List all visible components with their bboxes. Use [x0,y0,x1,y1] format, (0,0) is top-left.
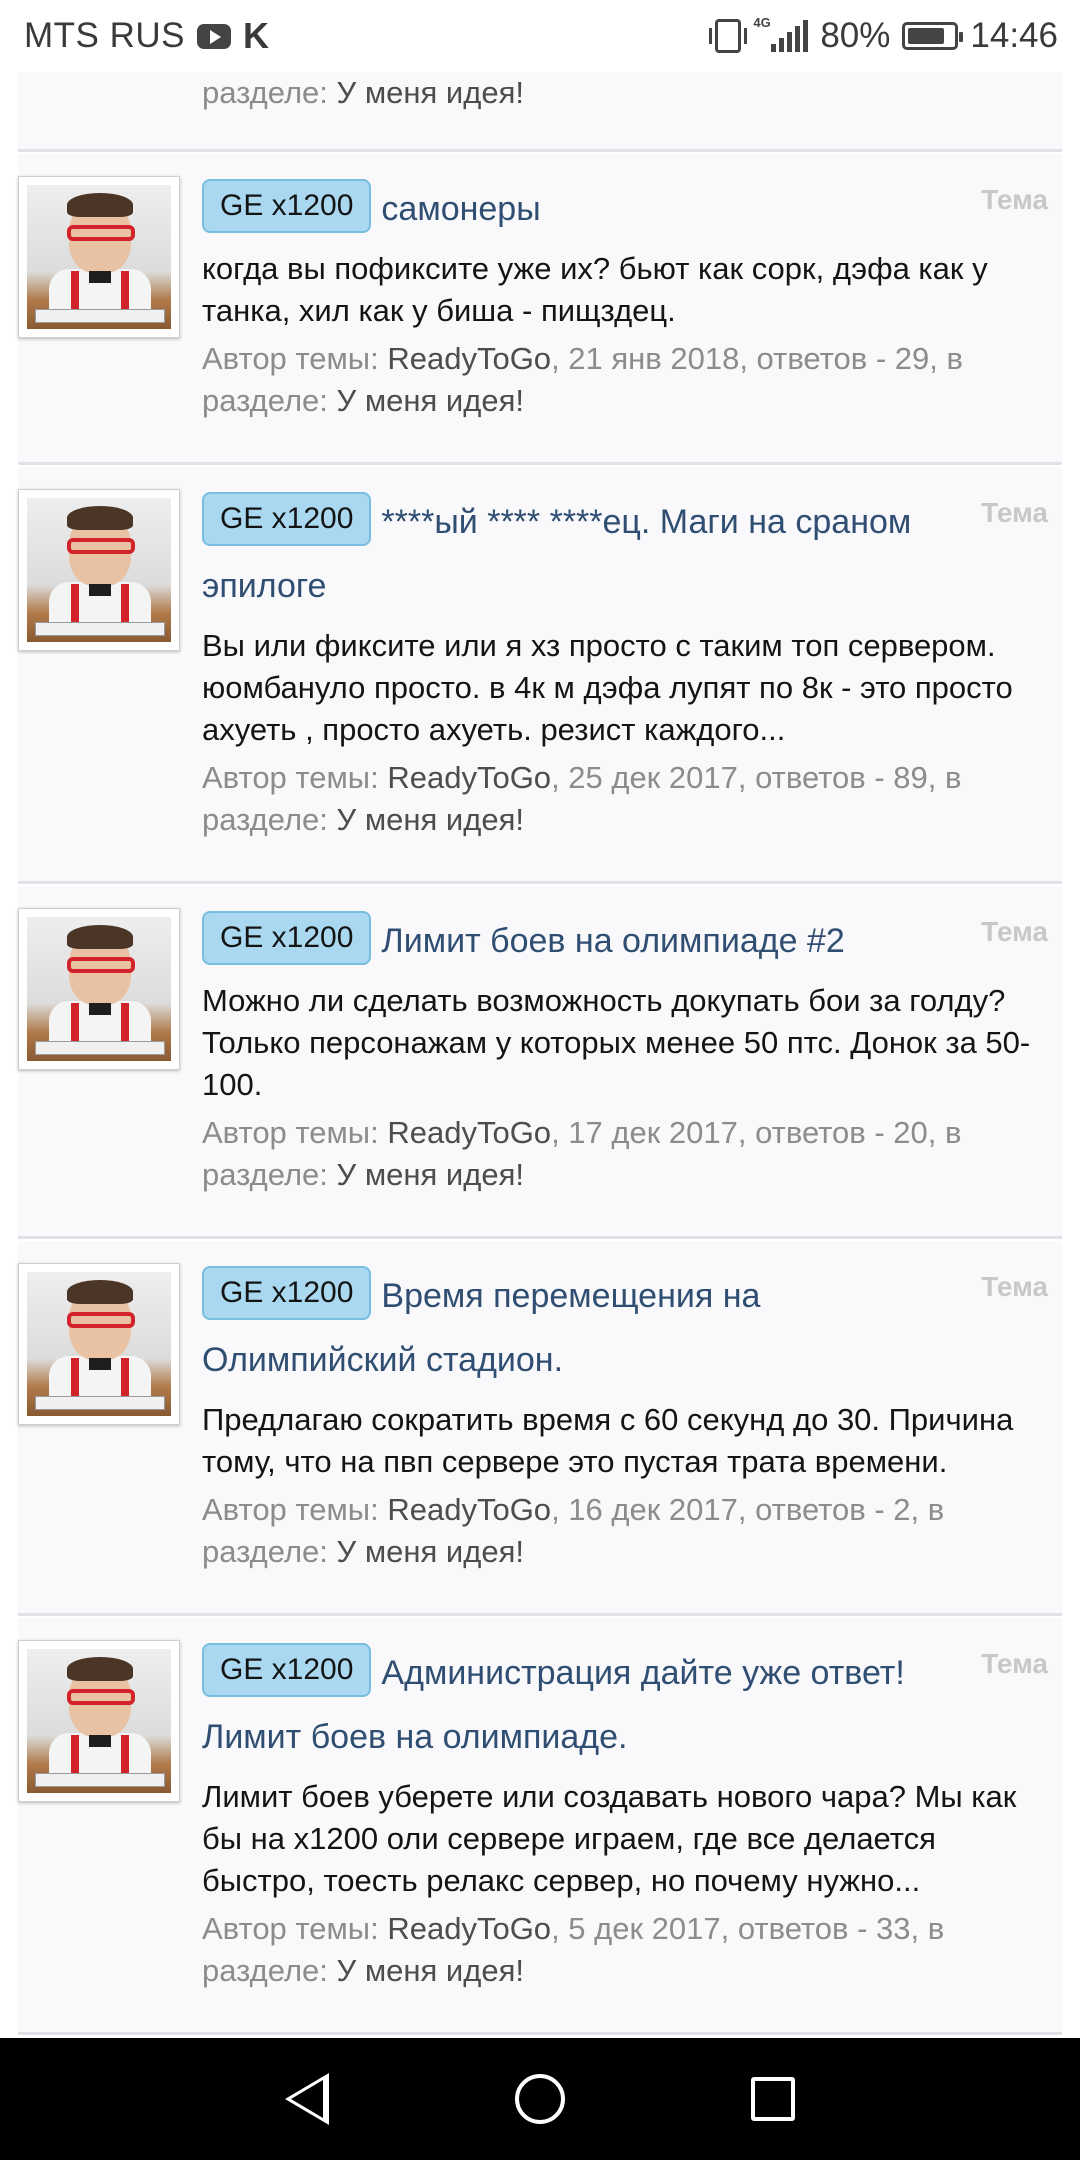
content-type-label: Тема [981,1271,1048,1303]
result-title-link[interactable]: самонеры [381,190,540,228]
result-date-replies: , 25 дек 2017, ответов - 89, в [551,760,962,796]
author-link[interactable]: ReadyToGo [387,341,551,376]
youtube-icon [197,23,231,49]
author-avatar[interactable] [18,1640,180,1803]
search-result-item: GE x1200 ****ый **** ****ец. Маги на сран… [18,465,1062,885]
result-snippet[interactable]: Вы или фиксите или я хз просто с таким т… [202,625,1042,751]
home-button[interactable] [505,2064,575,2134]
section-link[interactable]: У меня идея! [337,1953,524,1988]
home-icon [514,2074,565,2124]
section-label: разделе: [202,1534,328,1570]
back-icon [284,2073,329,2125]
result-snippet[interactable]: Предлагаю сократить время с 60 секунд до… [202,1399,1042,1483]
status-left: MTS RUS K [24,15,269,57]
avatar-image [27,498,171,643]
section-label: разделе: [202,1953,328,1989]
author-link[interactable]: ReadyToGo [387,1492,551,1527]
vk-icon: K [243,15,269,56]
result-meta: Автор темы: ReadyToGo, 5 дек 2017, ответ… [202,1908,1042,1992]
search-result-item: GE x1200 Администрация дайте уже ответ! Л… [18,1616,1062,2036]
back-button[interactable] [272,2064,342,2134]
clock: 14:46 [970,16,1058,55]
author-label: Автор темы: [202,760,379,796]
thread-prefix[interactable]: GE x1200 [202,1266,372,1321]
battery-icon [902,22,964,50]
signal-icon: 4G [753,16,809,52]
result-date-replies: , 16 дек 2017, ответов - 2, в [551,1492,945,1528]
author-link[interactable]: ReadyToGo [387,760,551,795]
author-avatar[interactable] [18,176,180,338]
author-label: Автор темы: [202,1911,379,1947]
search-results-list: разделе: У меня идея! GE x1200 самонеры Т… [18,72,1062,2036]
result-meta: разделе: У меня идея! [202,72,1062,114]
previous-result-tail: разделе: У меня идея! [18,72,1062,152]
thread-prefix[interactable]: GE x1200 [202,911,372,966]
avatar-image [27,185,171,329]
battery-fill [908,28,944,44]
content-type-label: Тема [981,497,1048,529]
avatar-image [27,1649,171,1794]
section-link[interactable]: У меня идея! [337,75,524,110]
result-title: GE x1200 ****ый **** ****ец. Маги на сран… [202,489,1042,617]
author-avatar[interactable] [18,908,180,1071]
result-snippet[interactable]: Лимит боев уберете или создавать нового … [202,1776,1042,1902]
section-label: разделе: [202,802,328,838]
avatar-image [27,1272,171,1417]
result-title: GE x1200 Время перемещения на Олимпийский… [202,1263,1042,1391]
section-link[interactable]: У меня идея! [337,802,524,837]
content-type-label: Тема [981,1648,1048,1680]
search-results-viewport[interactable]: разделе: У меня идея! GE x1200 самонеры Т… [0,72,1080,2038]
network-type: 4G [753,15,771,30]
search-result-item: GE x1200 Время перемещения на Олимпийский… [18,1239,1062,1617]
result-snippet[interactable]: Можно ли сделать возможность докупать бо… [202,980,1042,1106]
section-label: разделе: [202,383,328,419]
result-meta: Автор темы: ReadyToGo, 25 дек 2017, отве… [202,757,1042,841]
result-title: GE x1200 Администрация дайте уже ответ! Л… [202,1640,1042,1768]
avatar-image [27,917,171,1062]
result-title: GE x1200 Лимит боев на олимпиаде #2 [202,908,1042,972]
search-result-item: GE x1200 самонеры Тема когда вы пофиксите… [18,152,1062,466]
thread-prefix[interactable]: GE x1200 [202,492,372,547]
content-type-label: Тема [981,184,1048,215]
result-meta: Автор темы: ReadyToGo, 16 дек 2017, отве… [202,1489,1042,1573]
author-avatar[interactable] [18,1263,180,1426]
result-meta: Автор темы: ReadyToGo, 17 дек 2017, отве… [202,1112,1042,1196]
author-avatar[interactable] [18,489,180,652]
result-snippet[interactable]: когда вы пофиксите уже их? бьют как сорк… [202,248,1042,332]
author-label: Автор темы: [202,1115,379,1151]
result-date-replies: , 17 дек 2017, ответов - 20, в [551,1115,962,1151]
vibrate-icon [709,19,748,53]
carrier-name: MTS RUS [24,16,185,55]
recents-icon [751,2077,796,2121]
thread-prefix[interactable]: GE x1200 [202,179,372,234]
author-label: Автор темы: [202,341,379,377]
results-container: GE x1200 самонеры Тема когда вы пофиксите… [18,152,1062,2036]
status-right: 4G 80% 14:46 [709,16,1058,56]
section-link[interactable]: У меня идея! [337,383,524,418]
result-title-link[interactable]: Лимит боев на олимпиаде #2 [381,922,844,960]
search-result-item: GE x1200 Лимит боев на олимпиаде #2 Тема … [18,884,1062,1240]
section-label: разделе: [202,1157,328,1193]
section-label: разделе: [202,75,328,110]
author-link[interactable]: ReadyToGo [387,1115,551,1150]
result-title: GE x1200 самонеры [202,176,1042,240]
result-date-replies: , 21 янв 2018, ответов - 29, в [551,341,963,377]
navigation-bar [0,2038,1080,2160]
thread-prefix[interactable]: GE x1200 [202,1643,372,1698]
author-label: Автор темы: [202,1492,379,1528]
recents-button[interactable] [738,2064,808,2134]
content-type-label: Тема [981,916,1048,948]
result-date-replies: , 5 дек 2017, ответов - 33, в [551,1911,945,1947]
battery-percent: 80% [820,16,891,55]
result-meta: Автор темы: ReadyToGo, 21 янв 2018, отве… [202,338,1042,422]
section-link[interactable]: У меня идея! [337,1534,524,1569]
author-link[interactable]: ReadyToGo [387,1911,551,1946]
status-bar: MTS RUS K 4G 80% 14:46 [0,0,1080,72]
section-link[interactable]: У меня идея! [337,1157,524,1192]
